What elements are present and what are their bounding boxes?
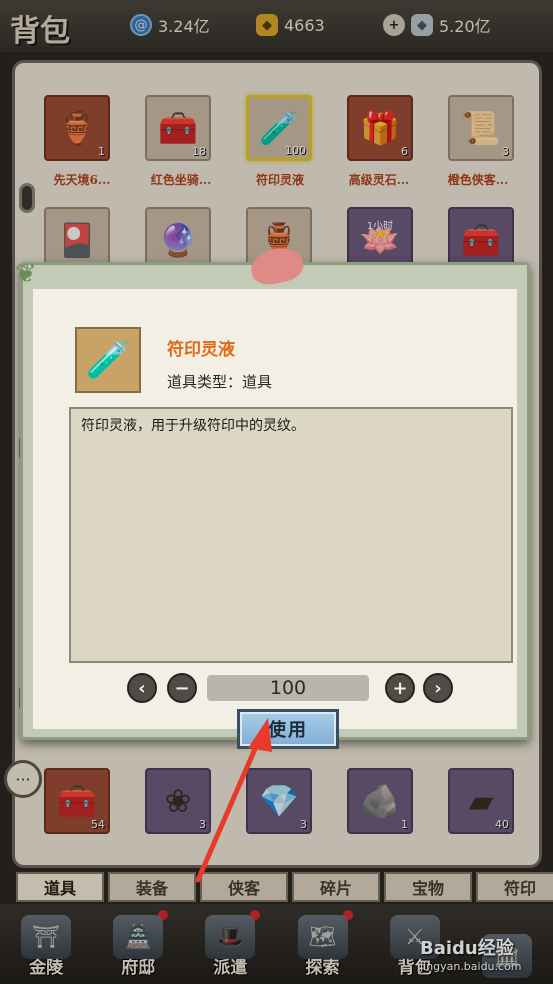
minus-button[interactable]: − xyxy=(167,673,197,703)
use-button[interactable]: 使用 xyxy=(237,709,339,749)
plus-button[interactable]: + xyxy=(385,673,415,703)
dialog-body: 🧪 符印灵液 道具类型：道具 符印灵液，用于升级符印中的灵纹。 ‹ − 100 … xyxy=(33,289,517,749)
chevron-right-icon[interactable]: › xyxy=(423,673,453,703)
quantity-value[interactable]: 100 xyxy=(207,675,369,701)
chevron-left-icon[interactable]: ‹ xyxy=(127,673,157,703)
item-detail-dialog: ❦ ⛰ 🧪 符印灵液 道具类型：道具 符印灵液，用于升级符印中的灵纹。 ‹ − … xyxy=(15,243,530,749)
leaf-decoration: ❦ xyxy=(15,259,37,289)
quantity-stepper: ‹ − 100 + › xyxy=(127,673,457,703)
elixir-bottle-icon: 🧪 xyxy=(75,327,141,393)
item-type-label: 道具类型：道具 xyxy=(167,373,273,391)
item-name-title: 符印灵液 xyxy=(167,340,235,360)
item-description: 符印灵液，用于升级符印中的灵纹。 xyxy=(69,407,513,663)
